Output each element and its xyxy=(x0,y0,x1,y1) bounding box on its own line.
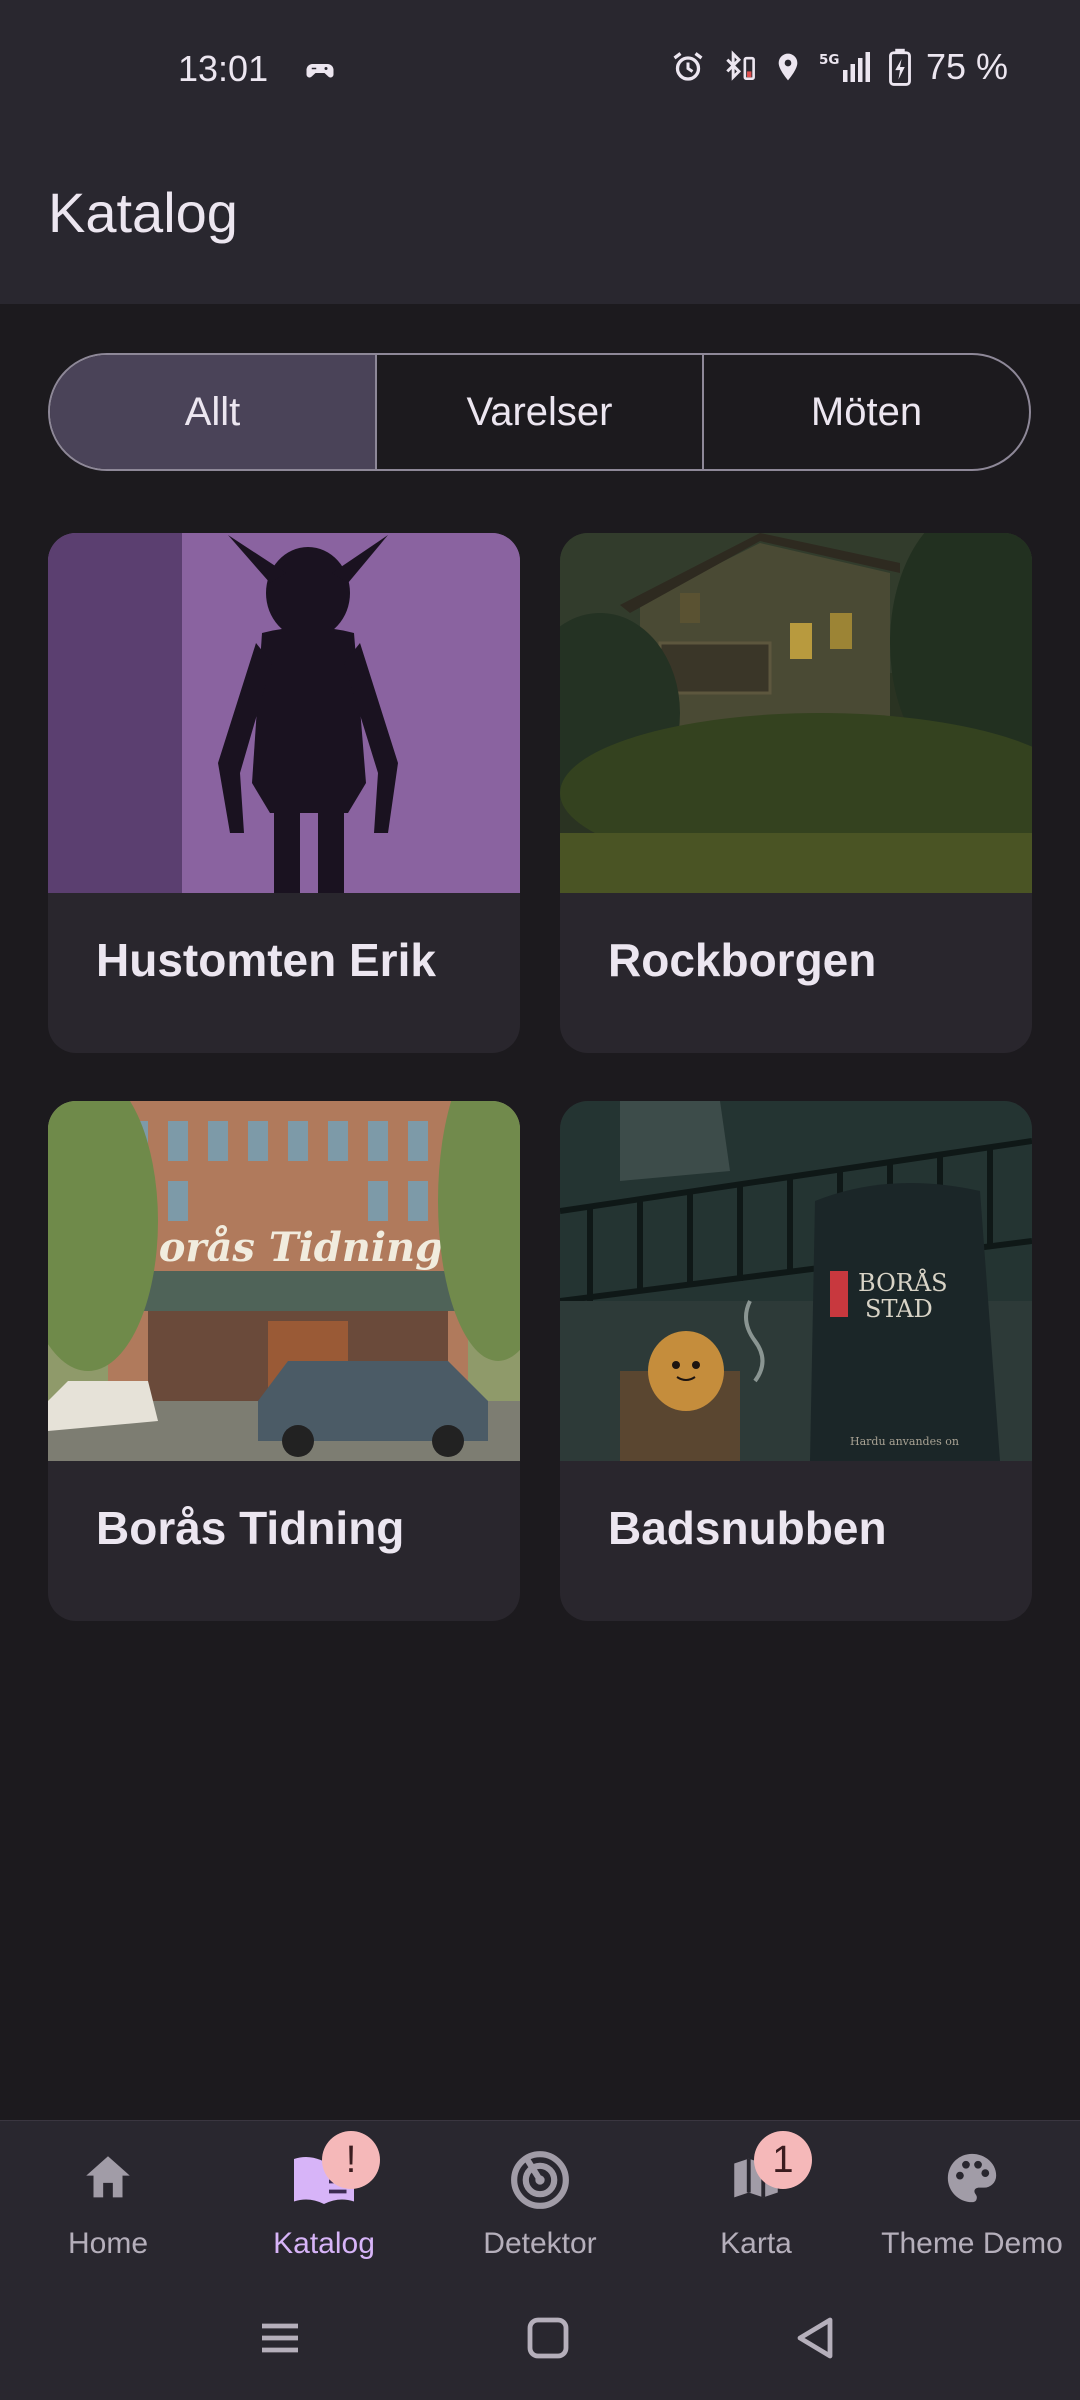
nav-label: Karta xyxy=(720,2227,792,2260)
nav-item-katalog[interactable]: ! Katalog xyxy=(216,2121,432,2281)
status-time: 13:01 xyxy=(178,48,269,89)
signal-5g-icon: 5G xyxy=(818,49,874,85)
card-image-old-house xyxy=(560,533,1032,893)
card-title: Badsnubben xyxy=(608,1502,887,1554)
catalog-card-rockborgen[interactable]: Rockborgen xyxy=(560,533,1032,1053)
recent-apps-icon[interactable] xyxy=(258,2310,302,2371)
nav-item-home[interactable]: Home xyxy=(0,2121,216,2281)
nav-item-karta[interactable]: 1 Karta xyxy=(648,2121,864,2281)
game-controller-icon xyxy=(302,52,338,93)
card-title: Hustomten Erik xyxy=(96,934,436,986)
catalog-card-hustomten-erik[interactable]: Hustomten Erik xyxy=(48,533,520,1053)
nav-label: Theme Demo xyxy=(881,2227,1063,2260)
battery-percent: 75 % xyxy=(925,46,1008,87)
palette-icon xyxy=(943,2149,1001,2212)
app-bar: Katalog xyxy=(0,140,1080,304)
catalog-card-boras-tidning[interactable]: Borås Tidning Borås Tidning xyxy=(48,1101,520,1621)
catalog-card-badsnubben[interactable]: BORÅS STAD Hardu anvandes on Badsnubben xyxy=(560,1101,1032,1621)
bottom-navigation: Home ! Katalog Detektor 1 Karta Theme De… xyxy=(0,2120,1080,2280)
card-image-newspaper-building: Borås Tidning xyxy=(48,1101,520,1461)
filter-varelser[interactable]: Varelser xyxy=(375,355,702,469)
alarm-icon xyxy=(670,49,706,85)
back-icon[interactable] xyxy=(792,2310,836,2371)
radar-icon xyxy=(509,2149,571,2216)
bluetooth-battery-icon xyxy=(720,49,758,85)
status-bar: 13:01 5G 75 % xyxy=(0,0,1080,140)
battery-charging-icon xyxy=(888,48,912,86)
filter-moten[interactable]: Möten xyxy=(702,355,1029,469)
nav-item-detektor[interactable]: Detektor xyxy=(432,2121,648,2281)
home-button-icon[interactable] xyxy=(526,2310,570,2371)
home-icon xyxy=(79,2149,137,2212)
nav-label: Detektor xyxy=(483,2227,597,2260)
bin-sign-line-2: STAD xyxy=(865,1295,933,1323)
filter-segmented-control: Allt Varelser Möten xyxy=(48,353,1031,471)
bin-sign-line-1: BORÅS xyxy=(858,1268,948,1297)
system-navigation-bar xyxy=(0,2280,1080,2400)
card-image-goblin-silhouette xyxy=(48,533,520,893)
bin-note: Hardu anvandes on xyxy=(850,1435,959,1448)
building-sign: Borås Tidning xyxy=(124,1224,443,1271)
card-image-bath-creature: BORÅS STAD Hardu anvandes on xyxy=(560,1101,1032,1461)
nav-label: Home xyxy=(67,2227,149,2260)
page-title: Katalog xyxy=(48,181,238,244)
card-title: Borås Tidning xyxy=(96,1502,405,1554)
filter-allt[interactable]: Allt xyxy=(50,355,375,469)
notification-badge: 1 xyxy=(754,2131,812,2189)
svg-text:5G: 5G xyxy=(819,52,839,68)
card-title: Rockborgen xyxy=(608,934,877,986)
nav-item-theme-demo[interactable]: Theme Demo xyxy=(864,2121,1080,2281)
notification-badge: ! xyxy=(322,2131,380,2189)
location-icon xyxy=(772,49,804,85)
nav-label: Katalog xyxy=(273,2227,375,2260)
